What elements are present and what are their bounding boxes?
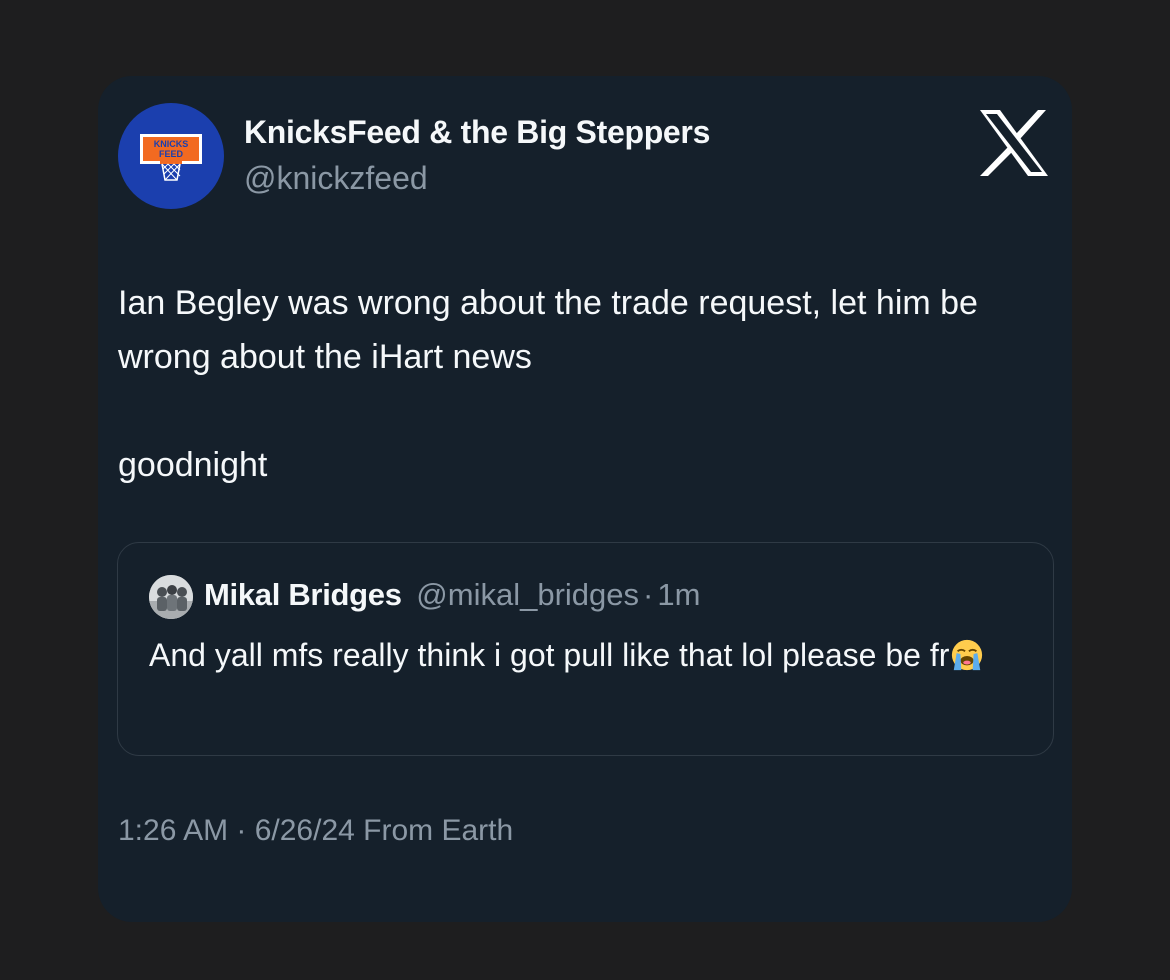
knicks-feed-logo: KNICKS FEED <box>140 134 202 181</box>
quoted-text: And yall mfs really think i got pull lik… <box>149 631 1029 679</box>
tweet-text-line: goodnight <box>118 446 268 484</box>
quoted-tweet[interactable]: Mikal Bridges @mikal_bridges · 1m And yall… <box>117 542 1054 756</box>
tweet-timestamp[interactable]: 1:26 AM · 6/26/24 From Earth <box>118 814 513 848</box>
x-logo-icon[interactable] <box>978 110 1050 176</box>
avatar-photo <box>149 575 193 619</box>
quoted-header: Mikal Bridges @mikal_bridges · 1m <box>204 577 700 613</box>
author-avatar[interactable]: KNICKS FEED <box>118 103 224 209</box>
tweet-text-line: Ian Begley was wrong about the trade req… <box>118 284 978 376</box>
author-handle[interactable]: @knickzfeed <box>244 160 428 197</box>
logo-text-line-2: FEED <box>159 149 184 159</box>
quoted-text-content: And yall mfs really think i got pull lik… <box>149 637 950 673</box>
quoted-author-avatar[interactable] <box>149 575 193 619</box>
quoted-time[interactable]: 1m <box>657 577 700 612</box>
logo-text-line-1: KNICKS <box>154 139 189 149</box>
separator-dot: · <box>643 577 654 612</box>
tweet-card: KNICKS FEED KnicksFeed & the Big Stepper… <box>98 76 1072 922</box>
author-name[interactable]: KnicksFeed & the Big Steppers <box>244 114 710 151</box>
loudly-crying-face-icon <box>952 639 983 671</box>
tweet-body: Ian Begley was wrong about the trade req… <box>118 276 1038 492</box>
quoted-author-handle[interactable]: @mikal_bridges <box>416 577 639 612</box>
quoted-author-name[interactable]: Mikal Bridges <box>204 577 402 612</box>
